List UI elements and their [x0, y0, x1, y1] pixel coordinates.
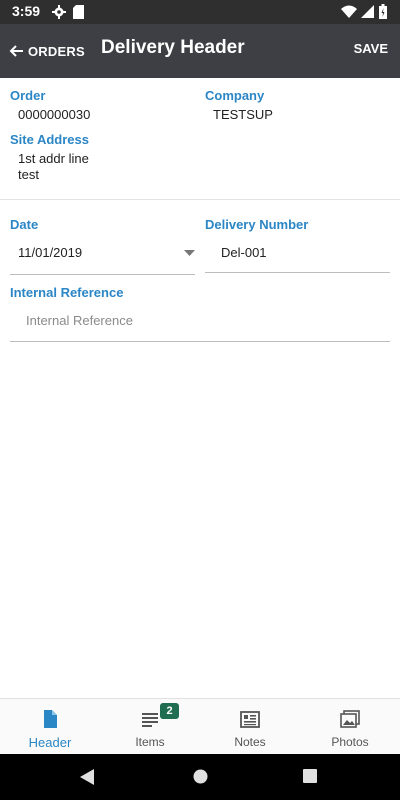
order-label: Order	[10, 88, 46, 103]
section-divider	[0, 199, 400, 200]
date-value: 11/01/2019	[18, 245, 83, 260]
battery-icon	[379, 4, 387, 19]
site-address-line2: test	[18, 167, 39, 182]
delivery-number-underline	[205, 272, 390, 273]
delivery-number-value: Del-001	[221, 245, 267, 260]
arrow-back-icon	[9, 45, 23, 57]
dropdown-arrow-icon	[184, 250, 195, 256]
company-label: Company	[205, 88, 265, 103]
internal-reference-placeholder: Internal Reference	[26, 313, 133, 328]
recents-square-icon[interactable]	[303, 769, 317, 783]
settings-gear-icon	[52, 5, 66, 19]
app-bar: ORDERS Delivery Header SAVE	[0, 24, 400, 78]
order-value: 0000000030	[18, 107, 91, 122]
wifi-icon	[341, 5, 357, 18]
tab-header[interactable]: Header	[0, 699, 100, 755]
tab-photos-label: Photos	[331, 735, 369, 749]
tab-items-label: Items	[135, 735, 165, 749]
tab-items[interactable]: 2 Items	[100, 699, 200, 755]
status-bar: 3:59	[0, 0, 400, 24]
internal-reference-input[interactable]: Internal Reference	[10, 304, 390, 341]
system-navigation-bar	[0, 754, 400, 800]
date-label: Date	[10, 217, 39, 232]
bottom-navigation: Header 2 Items Notes Photos	[0, 698, 400, 755]
delivery-number-label: Delivery Number	[205, 217, 309, 232]
save-button[interactable]: SAVE	[354, 41, 388, 56]
notes-icon	[240, 711, 260, 728]
document-icon	[44, 710, 57, 728]
list-icon	[142, 713, 158, 727]
sd-card-icon	[73, 5, 84, 19]
status-time: 3:59	[12, 3, 41, 19]
site-address-label: Site Address	[10, 132, 89, 147]
internal-reference-label: Internal Reference	[10, 285, 124, 300]
site-address-line1: 1st addr line	[18, 151, 89, 166]
tab-notes[interactable]: Notes	[200, 699, 300, 755]
back-button-label: ORDERS	[28, 43, 85, 59]
back-triangle-icon[interactable]	[80, 769, 94, 785]
tab-notes-label: Notes	[234, 735, 266, 749]
photos-icon	[340, 710, 360, 728]
signal-icon	[361, 5, 374, 18]
company-value: TESTSUP	[213, 107, 273, 122]
date-picker[interactable]: 11/01/2019	[10, 236, 195, 274]
back-to-orders-button[interactable]: ORDERS	[8, 39, 85, 63]
home-circle-icon[interactable]	[193, 769, 208, 784]
internal-reference-underline	[10, 341, 390, 342]
delivery-number-input[interactable]: Del-001	[205, 236, 390, 272]
tab-header-label: Header	[28, 735, 72, 750]
page-title: Delivery Header	[101, 37, 245, 58]
items-count-badge: 2	[160, 703, 179, 719]
date-underline	[10, 274, 195, 275]
tab-photos[interactable]: Photos	[300, 699, 400, 755]
